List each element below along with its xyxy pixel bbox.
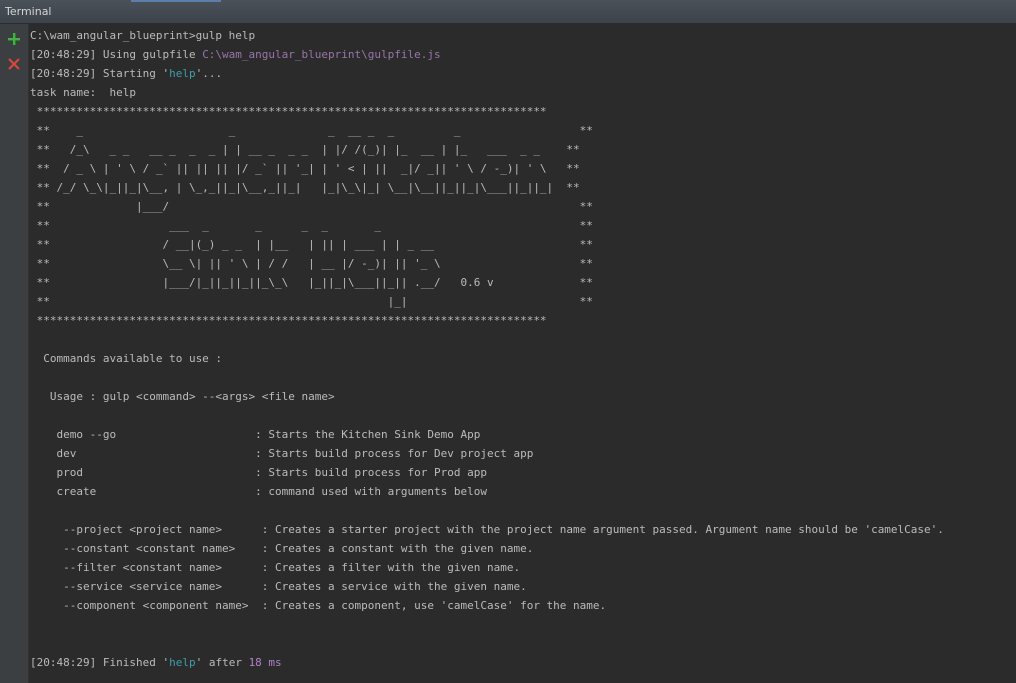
- argument-line: --filter <constant name> : Creates a fil…: [30, 561, 521, 574]
- banner-line: ** |___/ **: [30, 200, 593, 213]
- close-session-button[interactable]: [5, 55, 23, 73]
- log-text: [20:48:29] Using gulpfile: [30, 48, 203, 61]
- banner-line: ** /_/ \_\|_||_|\__, | \_,_||_|\__,_||_|…: [30, 181, 580, 194]
- tool-window-title: Terminal: [5, 5, 52, 18]
- duration-value: 18 ms: [248, 656, 282, 669]
- active-tab-indicator: [131, 0, 221, 2]
- banner-line: ** |___/|_||_||_||_\_\ |_||_|\___||_|| .…: [30, 276, 593, 289]
- finished-task-line: [20:48:29] Finished 'help' after 18 ms: [30, 653, 282, 672]
- banner-line: ** ___ _ _ _ _ _ **: [30, 219, 593, 232]
- log-text: ' after: [195, 656, 249, 669]
- command-line: dev : Starts build process for Dev proje…: [30, 447, 534, 460]
- plus-icon: [8, 33, 20, 45]
- banner-line: ** \__ \| || ' \ | / / | __ |/ -_)| || '…: [30, 257, 593, 270]
- banner-line: ****************************************…: [30, 105, 547, 118]
- argument-line: --constant <constant name> : Creates a c…: [30, 542, 534, 555]
- command-line: demo --go : Starts the Kitchen Sink Demo…: [30, 428, 481, 441]
- command-line: create : command used with arguments bel…: [30, 485, 487, 498]
- command-line: prod : Starts build process for Prod app: [30, 466, 487, 479]
- using-gulpfile-line: [20:48:29] Using gulpfile C:\wam_angular…: [30, 45, 441, 64]
- task-name: help: [169, 656, 196, 669]
- terminal-output[interactable]: C:\wam_angular_blueprint>gulp help [20:4…: [29, 24, 1016, 683]
- argument-line: --component <component name> : Creates a…: [30, 599, 607, 612]
- terminal-window: Terminal C:\wam_angular_blueprint>gulp h…: [0, 0, 1016, 683]
- log-text: [20:48:29] Finished ': [30, 656, 170, 669]
- terminal-side-toolbar: [0, 24, 29, 683]
- log-text: [20:48:29] Starting ': [30, 67, 170, 80]
- gulpfile-path-link[interactable]: C:\wam_angular_blueprint\gulpfile.js: [202, 48, 440, 61]
- banner-line: ** /_\ _ _ __ _ _ _ | | __ _ _ _ | |/ /(…: [30, 143, 580, 156]
- task-name: help: [169, 67, 196, 80]
- banner-line: ** / __|(_) _ _ | |__ | || | ___ | | _ _…: [30, 238, 593, 251]
- new-session-button[interactable]: [5, 30, 23, 48]
- banner-line: ****************************************…: [30, 314, 547, 327]
- prompt-line: C:\wam_angular_blueprint>gulp help: [30, 29, 256, 42]
- banner-line: ** |_| **: [30, 295, 593, 308]
- argument-line: --project <project name> : Creates a sta…: [30, 523, 944, 536]
- close-icon: [8, 58, 20, 70]
- log-text: '...: [195, 67, 223, 80]
- banner-line: ** _ _ _ __ _ _ _ **: [30, 124, 593, 137]
- usage-line: Usage : gulp <command> --<args> <file na…: [30, 390, 335, 403]
- banner-line: ** / _ \ | ' \ / _` || || || |/ _` || '_…: [30, 162, 580, 175]
- tool-window-header: Terminal: [0, 0, 1016, 24]
- argument-line: --service <service name> : Creates a ser…: [30, 580, 527, 593]
- commands-heading: Commands available to use :: [30, 352, 223, 365]
- task-name-line: task name: help: [30, 86, 136, 99]
- starting-task-line: [20:48:29] Starting 'help'...: [30, 64, 222, 83]
